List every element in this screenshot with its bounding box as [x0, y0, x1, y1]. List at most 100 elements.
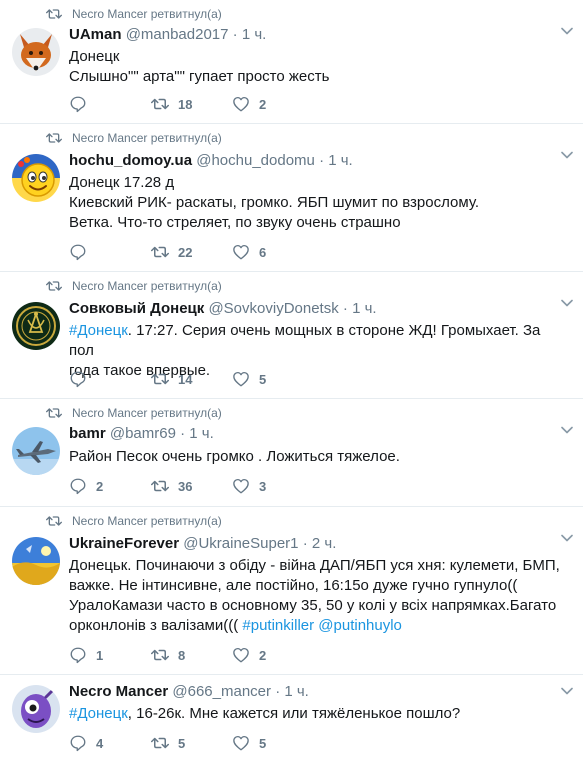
retweet-button[interactable]: 14 [151, 370, 192, 388]
text-line: Киевский РИК- раскаты, громко. ЯБП шумит… [69, 194, 480, 211]
user-handle[interactable]: @hochu_dodomu [196, 152, 315, 169]
text-line: Район Песок очень громко . Ложиться тяже… [69, 448, 400, 465]
reply-count: 4 [96, 735, 104, 751]
retweet-context-label: Necro Mancer ретвитнул(а) [72, 279, 222, 293]
reply-button[interactable]: 4 [69, 734, 103, 752]
user-handle[interactable]: @666_mancer [172, 683, 271, 700]
tweet-time[interactable]: 1 ч. [328, 152, 353, 169]
retweet-button[interactable]: 36 [151, 477, 192, 495]
tweet-time[interactable]: 1 ч. [284, 683, 309, 700]
text-line: #Донецк. 17:27. Серия очень мощных в сто… [69, 321, 563, 361]
retweet-context: Necro Mancer ретвитнул(а) [46, 130, 222, 146]
reply-button[interactable] [69, 243, 96, 261]
chevron-down-icon[interactable] [561, 299, 573, 307]
retweet-context: Necro Mancer ретвитнул(а) [46, 405, 222, 421]
like-button[interactable]: 3 [232, 477, 266, 495]
text-line: важке. Не інтинсивне, але постійно, 16:1… [69, 577, 518, 594]
retweet-button[interactable]: 8 [151, 646, 185, 664]
reply-count: 2 [96, 478, 104, 494]
heart-icon [232, 477, 250, 495]
like-button[interactable]: 2 [232, 95, 266, 113]
reply-button[interactable]: 2 [69, 477, 103, 495]
retweet-button[interactable]: 5 [151, 734, 185, 752]
like-button[interactable]: 5 [232, 734, 266, 752]
retweet-icon [46, 8, 62, 20]
retweet-context-label: Necro Mancer ретвитнул(а) [72, 7, 222, 21]
avatar[interactable] [12, 537, 60, 585]
reply-icon [69, 734, 87, 752]
like-count: 5 [259, 371, 267, 387]
user-handle[interactable]: @SovkoviyDonetsk [208, 300, 338, 317]
retweet-count: 8 [178, 647, 186, 663]
tweet-uaman[interactable]: Necro Mancer ретвитнул(а) UAman @manbad2… [0, 0, 583, 124]
text-line: орконлонів з валізами((( #putinkiller @p… [69, 616, 563, 636]
avatar[interactable] [12, 154, 60, 202]
retweet-button[interactable]: 22 [151, 243, 192, 261]
retweet-context-label: Necro Mancer ретвитнул(а) [72, 514, 222, 528]
tweet-ukraineforever[interactable]: Necro Mancer ретвитнул(а) UkraineForever… [0, 507, 583, 675]
retweet-icon [46, 407, 62, 419]
retweet-icon [151, 370, 169, 388]
retweet-button[interactable]: 18 [151, 95, 192, 113]
retweet-icon [151, 477, 169, 495]
text-line: Слышно"" арта"" гупает просто жесть [69, 68, 330, 85]
hashtag-link[interactable]: #Донецк [69, 705, 128, 722]
tweet-sovkoviy-donetsk[interactable]: Necro Mancer ретвитнул(а) Совковый Донец… [0, 272, 583, 399]
reply-button[interactable] [69, 95, 96, 113]
separator-dot: · [232, 26, 238, 43]
tweet-bamr[interactable]: Necro Mancer ретвитнул(а) bamr @bamr69 ·… [0, 399, 583, 507]
retweet-count: 5 [178, 735, 186, 751]
separator-dot: · [180, 425, 186, 442]
display-name[interactable]: UkraineForever [69, 535, 179, 552]
tweet-necro-mancer[interactable]: Necro Mancer @666_mancer · 1 ч. #Донецк,… [0, 675, 583, 764]
display-name[interactable]: Necro Mancer [69, 683, 168, 700]
reply-icon [69, 646, 87, 664]
retweet-context: Necro Mancer ретвитнул(а) [46, 6, 222, 22]
chevron-down-icon[interactable] [561, 687, 573, 695]
user-handle[interactable]: @bamr69 [110, 425, 176, 442]
retweet-icon [151, 734, 169, 752]
user-handle[interactable]: @manbad2017 [126, 26, 229, 43]
retweet-count: 22 [178, 244, 193, 260]
hashtag-link[interactable]: #Донецк [69, 322, 128, 339]
tweet-time[interactable]: 1 ч. [189, 425, 214, 442]
text-line: УралоКамази часто в основному 35, 50 у к… [69, 597, 557, 614]
reply-button[interactable] [69, 370, 96, 388]
chevron-down-icon[interactable] [561, 27, 573, 35]
retweet-icon [46, 280, 62, 292]
like-button[interactable]: 6 [232, 243, 266, 261]
chevron-down-icon[interactable] [561, 534, 573, 542]
like-count: 2 [259, 647, 267, 663]
user-handle[interactable]: @UkraineSuper1 [183, 535, 298, 552]
avatar[interactable] [12, 28, 60, 76]
tweet-time[interactable]: 1 ч. [352, 300, 377, 317]
reply-icon [69, 477, 87, 495]
chevron-down-icon[interactable] [561, 426, 573, 434]
avatar[interactable] [12, 685, 60, 733]
text-line: Донецк [69, 48, 120, 65]
reply-button[interactable]: 1 [69, 646, 103, 664]
display-name[interactable]: hochu_domoy.ua [69, 152, 192, 169]
retweet-count: 36 [178, 478, 193, 494]
tweet-time[interactable]: 2 ч. [312, 535, 337, 552]
display-name[interactable]: UAman [69, 26, 122, 43]
chevron-down-icon[interactable] [561, 151, 573, 159]
tweet-hochu-domoy[interactable]: Necro Mancer ретвитнул(а) hochu_domoy.ua… [0, 124, 583, 272]
tweet-header: Совковый Донецк @SovkoviyDonetsk · 1 ч. [69, 300, 377, 317]
like-button[interactable]: 5 [232, 370, 266, 388]
like-count: 6 [259, 244, 267, 260]
like-button[interactable]: 2 [232, 646, 266, 664]
display-name[interactable]: Совковый Донецк [69, 300, 204, 317]
retweet-icon [46, 515, 62, 527]
reply-icon [69, 370, 87, 388]
tweet-header: UkraineForever @UkraineSuper1 · 2 ч. [69, 535, 336, 552]
text-line-rest: . 17:27. Серия очень мощных в стороне ЖД… [69, 322, 541, 359]
display-name[interactable]: bamr [69, 425, 106, 442]
tweet-text: Донецьк. Починаючи з обіду - війна ДАП/Я… [69, 556, 563, 636]
avatar[interactable] [12, 427, 60, 475]
tweet-time[interactable]: 1 ч. [242, 26, 267, 43]
reply-icon [69, 243, 87, 261]
avatar[interactable] [12, 302, 60, 350]
hashtag-mention-links[interactable]: #putinkiller @putinhuylo [242, 617, 402, 634]
tweet-header: UAman @manbad2017 · 1 ч. [69, 26, 266, 43]
